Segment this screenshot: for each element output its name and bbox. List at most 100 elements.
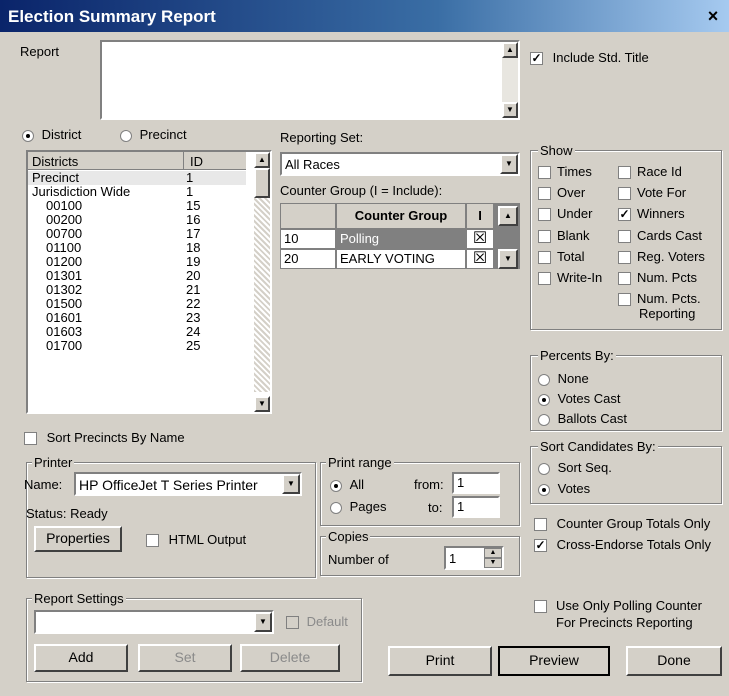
include-std-title-checkbox[interactable]: ✓ Include Std. Title: [530, 50, 649, 66]
show-checkbox-vote-for[interactable]: Vote For: [618, 185, 686, 201]
counter-group-grid[interactable]: Counter Group I ▲ 10 Polling ☒ 20 EARLY …: [280, 203, 520, 275]
scroll-up-icon[interactable]: ▲: [502, 42, 518, 58]
set-button[interactable]: Set: [138, 644, 232, 672]
show-checkbox-num-pcts[interactable]: Num. Pcts. Reporting: [618, 291, 701, 321]
show-checkbox-write-in[interactable]: Write-In: [538, 270, 602, 286]
counter-group-totals-label: Counter Group Totals Only: [556, 516, 711, 531]
preview-button[interactable]: Preview: [498, 646, 610, 676]
print-pages-radio[interactable]: Pages: [330, 499, 387, 514]
counter-group-totals-checkbox[interactable]: Counter Group Totals Only: [534, 516, 711, 532]
checkbox-icon: [618, 166, 631, 180]
show-checkbox-num-pcts[interactable]: Num. Pcts: [618, 270, 697, 286]
from-input[interactable]: 1: [452, 472, 500, 494]
chevron-down-icon[interactable]: ▼: [254, 612, 272, 632]
default-checkbox[interactable]: Default: [286, 614, 348, 630]
show-checkbox-over[interactable]: Over: [538, 185, 585, 201]
include-std-title-label: Include Std. Title: [552, 50, 649, 65]
percents-ballots-cast-radio[interactable]: Ballots Cast: [538, 411, 627, 426]
table-row[interactable]: Precinct 1: [28, 171, 246, 185]
district-name-cell: 01601: [46, 310, 83, 325]
print-button[interactable]: Print: [388, 646, 492, 676]
add-button[interactable]: Add: [34, 644, 128, 672]
counter-group-name-selected[interactable]: Polling: [336, 229, 466, 249]
stepper-down-icon[interactable]: ▼: [484, 558, 502, 568]
table-row[interactable]: 01302 21: [28, 283, 246, 297]
show-label: Num. Pcts.: [637, 291, 701, 306]
table-row[interactable]: 01603 24: [28, 325, 246, 339]
table-row[interactable]: 01301 20: [28, 269, 246, 283]
sort-votes-radio[interactable]: Votes: [538, 481, 590, 496]
show-label: Blank: [557, 228, 590, 243]
copies-stepper[interactable]: 1 ▲ ▼: [444, 546, 504, 570]
table-row[interactable]: 01100 18: [28, 241, 246, 255]
scrollbar-track[interactable]: [254, 168, 270, 392]
printer-name-select[interactable]: HP OfficeJet T Series Printer ▼: [74, 472, 302, 496]
show-checkbox-race-id[interactable]: Race Id: [618, 164, 682, 180]
checkbox-icon: [286, 616, 299, 630]
id-column-header[interactable]: ID: [190, 154, 203, 169]
district-radio[interactable]: District: [22, 127, 81, 142]
close-icon[interactable]: ×: [703, 6, 723, 26]
properties-button[interactable]: Properties: [34, 526, 122, 552]
precinct-radio[interactable]: Precinct: [120, 127, 187, 142]
table-row[interactable]: 00200 16: [28, 213, 246, 227]
include-checkbox[interactable]: ☒: [466, 229, 494, 249]
checkbox-icon: ✓: [534, 538, 547, 553]
district-id-cell: 25: [186, 338, 201, 353]
show-label: Reg. Voters: [637, 249, 705, 264]
chevron-down-icon[interactable]: ▼: [500, 154, 518, 174]
show-checkbox-cards-cast[interactable]: Cards Cast: [618, 228, 702, 244]
chevron-down-icon[interactable]: ▼: [282, 474, 300, 494]
show-checkbox-under[interactable]: Under: [538, 206, 592, 222]
radio-icon: [538, 462, 550, 475]
show-checkbox-reg-voters[interactable]: Reg. Voters: [618, 249, 705, 265]
delete-button[interactable]: Delete: [240, 644, 340, 672]
districts-list[interactable]: Districts ID Precinct 1 Jurisdiction Wide 1…: [26, 150, 272, 414]
show-checkbox-total[interactable]: Total: [538, 249, 584, 265]
percents-none-radio[interactable]: None: [538, 371, 589, 386]
scrollbar-thumb[interactable]: [254, 168, 270, 198]
use-only-polling-checkbox[interactable]: [534, 598, 547, 614]
table-row[interactable]: 01700 25: [28, 339, 246, 353]
district-name-cell: 01301: [46, 268, 83, 283]
html-output-checkbox[interactable]: HTML Output: [146, 532, 246, 548]
done-button[interactable]: Done: [626, 646, 722, 676]
counter-group-id: 20: [280, 249, 336, 269]
table-row[interactable]: Jurisdiction Wide 1: [28, 185, 246, 199]
sort-precincts-checkbox[interactable]: Sort Precincts By Name: [24, 430, 185, 446]
scroll-down-icon[interactable]: ▼: [498, 249, 518, 269]
show-checkbox-times[interactable]: Times: [538, 164, 592, 180]
scrollbar-track[interactable]: [502, 58, 518, 102]
report-textarea[interactable]: ▲ ▼: [100, 40, 520, 120]
district-id-cell: 20: [186, 268, 201, 283]
scroll-up-icon[interactable]: ▲: [254, 152, 270, 168]
scroll-up-icon[interactable]: ▲: [498, 206, 518, 226]
table-row[interactable]: 01200 19: [28, 255, 246, 269]
district-id-cell: 1: [186, 184, 194, 199]
scroll-down-icon[interactable]: ▼: [254, 396, 270, 412]
percents-votes-cast-radio[interactable]: Votes Cast: [538, 391, 621, 406]
table-row[interactable]: 00100 15: [28, 199, 246, 213]
sort-seq-radio[interactable]: Sort Seq.: [538, 460, 612, 475]
show-checkbox-winners[interactable]: ✓ Winners: [618, 206, 685, 222]
table-row[interactable]: 00700 17: [28, 227, 246, 241]
scroll-down-icon[interactable]: ▼: [502, 102, 518, 118]
include-header[interactable]: I: [466, 203, 494, 229]
table-row[interactable]: 01601 23: [28, 311, 246, 325]
counter-group-header[interactable]: Counter Group: [336, 203, 466, 229]
district-name-cell: 01603: [46, 324, 83, 339]
radio-icon: [330, 479, 342, 492]
print-all-radio[interactable]: All: [330, 477, 364, 492]
stepper-up-icon[interactable]: ▲: [484, 548, 502, 558]
use-only-polling-label: Use Only Polling Counter: [556, 598, 702, 613]
report-settings-select[interactable]: ▼: [34, 610, 274, 634]
counter-group-name[interactable]: EARLY VOTING: [336, 249, 466, 269]
districts-column-header[interactable]: Districts: [32, 154, 78, 169]
checkbox-icon: [538, 208, 551, 222]
cross-endorse-totals-checkbox[interactable]: ✓ Cross-Endorse Totals Only: [534, 537, 711, 553]
reporting-set-select[interactable]: All Races ▼: [280, 152, 520, 176]
table-row[interactable]: 01500 22: [28, 297, 246, 311]
show-checkbox-blank[interactable]: Blank: [538, 228, 590, 244]
include-checkbox[interactable]: ☒: [466, 249, 494, 269]
to-input[interactable]: 1: [452, 496, 500, 518]
